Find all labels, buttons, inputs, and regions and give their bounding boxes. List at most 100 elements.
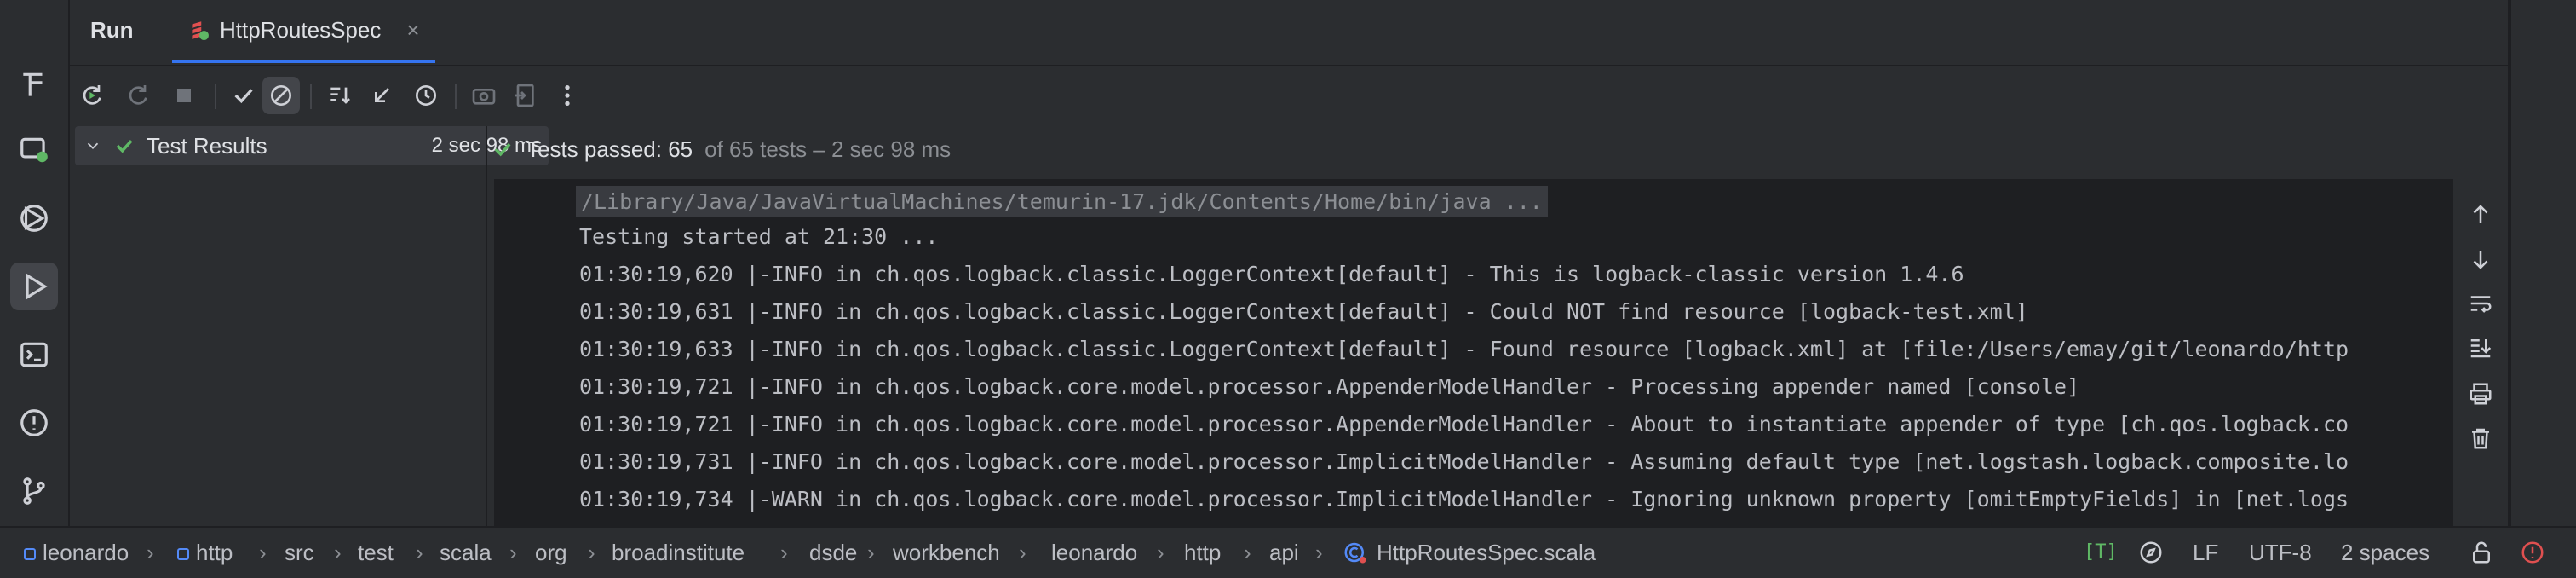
arrow-up-icon — [2473, 205, 2488, 223]
close-icon[interactable]: × — [406, 17, 419, 43]
breadcrumb-item[interactable]: test — [358, 540, 394, 566]
print-button[interactable] — [2462, 375, 2499, 413]
breadcrumb-separator: › — [509, 540, 517, 565]
problems-tool-button[interactable] — [10, 399, 58, 447]
services-tool-button[interactable] — [10, 126, 58, 174]
debug-icon — [20, 205, 48, 232]
tree-console-splitter[interactable] — [486, 126, 487, 526]
sort-icon — [330, 87, 350, 104]
scroll-up-button[interactable] — [2462, 196, 2499, 234]
export-icon — [515, 84, 534, 107]
toolbar-divider — [215, 84, 216, 109]
status-bar: leonardo › http › src › test › scala › o… — [0, 526, 2576, 578]
scroll-to-end-button[interactable] — [2462, 329, 2499, 367]
scroll-down-button[interactable] — [2462, 240, 2499, 278]
history-button[interactable] — [407, 77, 445, 114]
services-icon — [20, 137, 48, 163]
breadcrumb-item[interactable]: dsde — [809, 540, 857, 566]
tester-plugin-badge[interactable]: [T] — [2084, 541, 2118, 563]
arrow-down-icon — [2473, 251, 2488, 269]
debug-tool-button[interactable] — [10, 194, 58, 242]
toolbar-divider — [310, 84, 312, 109]
compass-icon[interactable] — [2138, 540, 2164, 565]
history-icon — [416, 85, 436, 106]
terminal-icon — [20, 342, 48, 367]
more-button[interactable] — [549, 77, 586, 114]
problems-icon — [20, 409, 48, 436]
module-icon — [177, 548, 189, 560]
show-passed-icon — [234, 89, 253, 104]
git-branch-icon — [23, 477, 45, 505]
test-status-line: Tests passed: 65 of 65 tests – 2 sec 98 … — [491, 130, 951, 169]
show-ignored-button[interactable] — [262, 77, 300, 114]
error-indicator-icon[interactable] — [2520, 540, 2545, 565]
console-line[interactable]: /Library/Java/JavaVirtualMachines/temuri… — [576, 186, 1548, 217]
soft-wrap-icon — [2470, 296, 2492, 313]
breadcrumb-item[interactable]: http — [196, 540, 233, 566]
tree-row-test-results[interactable]: Test Results 2 sec 98 ms — [75, 126, 549, 165]
clear-all-button[interactable] — [2462, 419, 2499, 457]
module-icon — [24, 548, 36, 560]
screenshot-button[interactable] — [465, 77, 503, 114]
run-icon — [26, 273, 48, 300]
passed-check-icon — [494, 142, 511, 157]
stop-button[interactable] — [165, 77, 203, 114]
collapse-icon — [375, 88, 389, 102]
soft-wrap-button[interactable] — [2462, 285, 2499, 322]
sort-button[interactable] — [320, 77, 358, 114]
console-line: 01:30:19,731 |-INFO in ch.qos.logback.co… — [579, 449, 2349, 474]
show-ignored-icon — [271, 85, 291, 106]
rerun-failed-button[interactable] — [119, 77, 157, 114]
console-line: 01:30:19,721 |-INFO in ch.qos.logback.co… — [579, 374, 2079, 399]
breadcrumb-item[interactable]: api — [1269, 540, 1299, 566]
breadcrumb-separator: › — [1315, 540, 1323, 565]
show-passed-button[interactable] — [225, 77, 262, 114]
run-tool-button[interactable] — [10, 263, 58, 310]
breadcrumb-item[interactable]: leonardo — [43, 540, 129, 566]
breadcrumb-item[interactable]: workbench — [893, 540, 1000, 566]
breadcrumb-separator: › — [1157, 540, 1164, 565]
toolbar-divider — [455, 84, 457, 109]
lock-icon[interactable] — [2469, 540, 2494, 565]
console-line: 01:30:19,721 |-INFO in ch.qos.logback.co… — [579, 412, 2349, 436]
structure-tool-button[interactable] — [10, 61, 58, 109]
tests-summary: of 65 tests – 2 sec 98 ms — [704, 136, 952, 162]
run-toolbar — [70, 66, 2508, 126]
scala-test-icon — [192, 21, 209, 40]
breadcrumb-separator: › — [1019, 540, 1026, 565]
breadcrumb-separator: › — [780, 540, 788, 565]
indent-widget[interactable]: 2 spaces — [2341, 540, 2429, 566]
rerun-button[interactable] — [73, 77, 111, 114]
breadcrumb-item[interactable]: scala — [440, 540, 492, 566]
structure-icon — [23, 72, 43, 96]
breadcrumb-item[interactable]: broadinstitute — [612, 540, 745, 566]
line-separator-widget[interactable]: LF — [2193, 540, 2218, 566]
scala-class-icon — [1344, 542, 1366, 564]
console-line: 01:30:19,734 |-WARN in ch.qos.logback.co… — [579, 487, 2349, 512]
breadcrumb-item[interactable]: http — [1184, 540, 1221, 566]
breadcrumb-item[interactable]: org — [535, 540, 567, 566]
console-output[interactable]: /Library/Java/JavaVirtualMachines/temuri… — [494, 179, 2453, 526]
tree-root-label: Test Results — [147, 132, 267, 159]
run-panel-title: Run — [90, 17, 134, 43]
console-line: 01:30:19,633 |-INFO in ch.qos.logback.cl… — [579, 337, 2349, 361]
collapse-button[interactable] — [363, 77, 400, 114]
git-tool-button[interactable] — [10, 467, 58, 515]
breadcrumb-separator: › — [588, 540, 595, 565]
breadcrumb-item[interactable]: leonardo — [1051, 540, 1137, 566]
console-line: Testing started at 21:30 ... — [579, 224, 939, 249]
rerun-failed-icon — [129, 85, 147, 105]
console-line: 01:30:19,620 |-INFO in ch.qos.logback.cl… — [579, 262, 1964, 286]
left-tool-strip — [0, 0, 70, 526]
tests-passed-count: Tests passed: 65 — [526, 136, 693, 162]
terminal-tool-button[interactable] — [10, 331, 58, 379]
chevron-down-icon[interactable] — [83, 136, 102, 155]
breadcrumb-item[interactable]: HttpRoutesSpec.scala — [1377, 540, 1596, 566]
breadcrumb-item[interactable]: src — [285, 540, 314, 566]
passed-check-icon — [116, 139, 133, 153]
export-button[interactable] — [506, 77, 543, 114]
tab-http-routes-spec[interactable]: HttpRoutesSpec × — [172, 0, 435, 63]
encoding-widget[interactable]: UTF-8 — [2249, 540, 2312, 566]
breadcrumb-separator: › — [416, 540, 423, 565]
breadcrumb-separator: › — [1244, 540, 1251, 565]
